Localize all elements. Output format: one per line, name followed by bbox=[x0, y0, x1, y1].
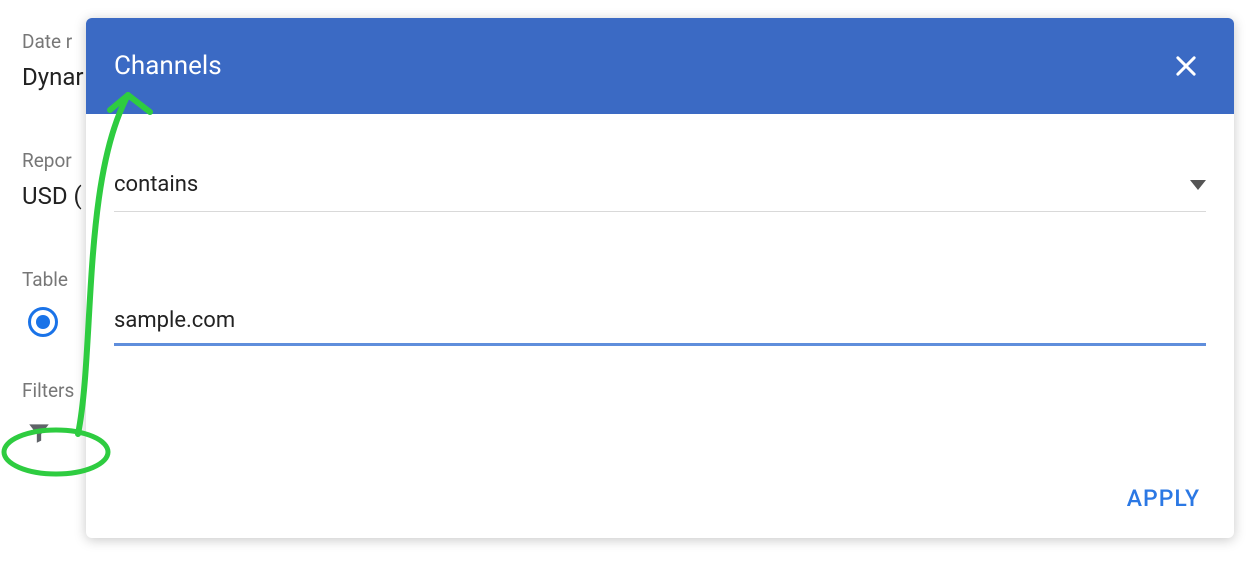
dialog-title: Channels bbox=[114, 51, 222, 81]
close-button[interactable] bbox=[1166, 46, 1206, 86]
dialog-header: Channels bbox=[86, 18, 1234, 114]
report-currency-value: USD ( bbox=[22, 182, 84, 210]
filters-label: Filters bbox=[22, 379, 84, 402]
report-currency-label: Repor bbox=[22, 149, 84, 172]
apply-button[interactable]: APPLY bbox=[1127, 485, 1200, 512]
dropdown-icon bbox=[1190, 175, 1206, 194]
table-label: Table bbox=[22, 268, 84, 291]
filter-icon[interactable] bbox=[26, 420, 84, 451]
close-icon bbox=[1172, 52, 1200, 80]
condition-select[interactable]: contains bbox=[114, 172, 1206, 212]
table-radio[interactable] bbox=[28, 307, 58, 337]
date-range-value: Dynar bbox=[22, 63, 84, 91]
date-range-label: Date r bbox=[22, 30, 84, 53]
filter-value-input[interactable] bbox=[114, 308, 1206, 333]
filter-value-row bbox=[114, 308, 1206, 346]
channels-filter-dialog: Channels contains APPLY bbox=[86, 18, 1234, 538]
condition-value: contains bbox=[114, 172, 198, 197]
